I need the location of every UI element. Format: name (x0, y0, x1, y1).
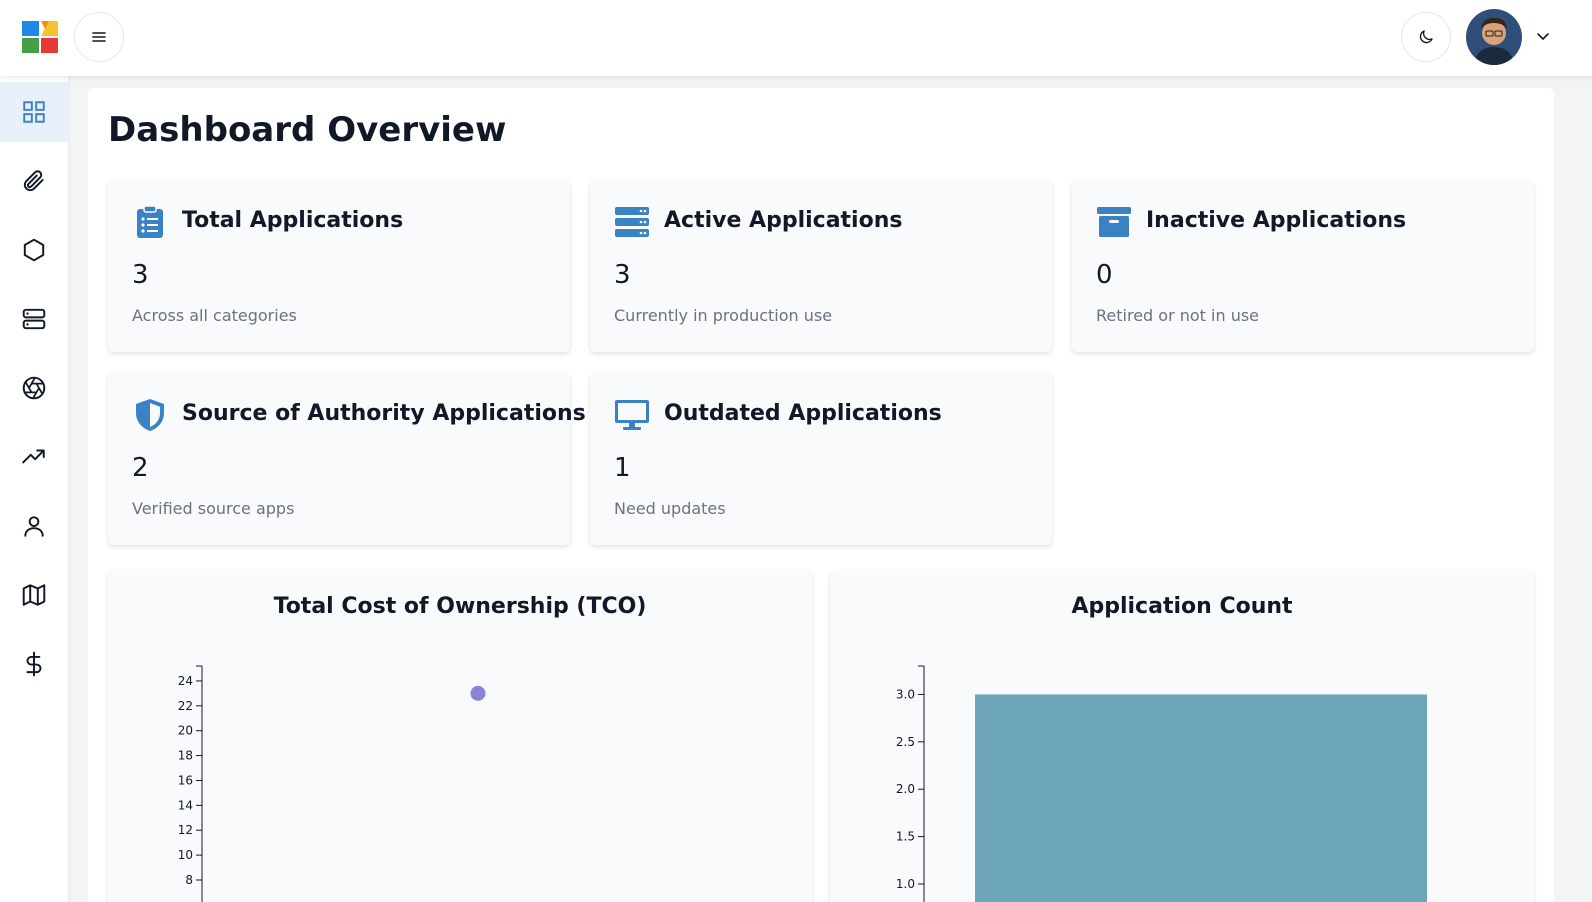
aperture-icon (22, 376, 46, 400)
hamburger-menu-icon (92, 32, 106, 42)
stat-card-subtitle: Currently in production use (614, 306, 833, 325)
stat-card-value: 1 (614, 453, 631, 483)
sidebar (0, 76, 68, 902)
stat-card-outdated-applications: Outdated Applications 1 Need updates (590, 373, 1052, 545)
y-tick-label: 1.5 (896, 830, 915, 844)
stat-card-value: 2 (132, 453, 149, 483)
stat-card-value: 3 (132, 260, 149, 290)
y-tick-label: 10 (178, 848, 193, 862)
stat-card-subtitle: Verified source apps (132, 499, 295, 518)
y-tick-label: 12 (178, 823, 193, 837)
app-logo-icon[interactable] (22, 19, 58, 55)
clipboard-list-icon (132, 204, 168, 240)
sidebar-item-analytics[interactable] (0, 427, 68, 487)
sidebar-item-users[interactable] (0, 496, 68, 556)
stat-card-title: Inactive Applications (1146, 208, 1407, 233)
chart-card-tco: Total Cost of Ownership (TCO) 8 10 12 14 16 1… (108, 570, 812, 902)
y-tick-label: 14 (178, 798, 193, 812)
chart-card-application-count: Application Count 1.0 1.5 2.0 2.5 3.0 (830, 570, 1534, 902)
stat-card-inactive-applications: Inactive Applications 0 Retired or not i… (1072, 180, 1534, 352)
dollar-icon (26, 651, 42, 677)
stat-card-total-applications: Total Applications 3 Across all categori… (108, 180, 570, 352)
stat-card-subtitle: Need updates (614, 499, 726, 518)
chevron-down-icon[interactable] (1535, 28, 1551, 44)
monitor-icon (614, 397, 650, 433)
map-icon (22, 584, 46, 606)
tco-scatter-chart: 8 10 12 14 16 18 20 22 24 (178, 665, 486, 902)
theme-toggle-button[interactable] (1401, 12, 1451, 62)
y-tick-label: 24 (178, 674, 193, 688)
archive-box-icon (1096, 204, 1132, 240)
stat-card-active-applications: Active Applications 3 Currently in produ… (590, 180, 1052, 352)
stat-card-subtitle: Retired or not in use (1096, 306, 1260, 325)
y-tick-label: 20 (178, 724, 193, 738)
hexagon-icon (23, 238, 45, 262)
dashboard-grid-icon (23, 101, 45, 123)
y-tick-label: 8 (185, 873, 193, 887)
y-tick-label: 3.0 (896, 687, 915, 701)
user-avatar[interactable] (1466, 9, 1522, 65)
sidebar-item-costs[interactable] (0, 634, 68, 694)
stat-card-title: Total Applications (182, 208, 404, 233)
stat-card-title: Active Applications (664, 208, 903, 233)
user-icon (24, 516, 44, 537)
stat-card-value: 0 (1096, 260, 1113, 290)
sidebar-item-roadmap[interactable] (0, 565, 68, 625)
stat-card-subtitle: Across all categories (132, 306, 297, 325)
main-content: Dashboard Overview Total Applications 3 … (88, 88, 1554, 902)
sidebar-item-servers[interactable] (0, 289, 68, 349)
stat-card-source-of-authority: Source of Authority Applications 2 Verif… (108, 373, 586, 545)
y-tick-label: 22 (178, 699, 193, 713)
server-icon (22, 308, 46, 330)
shield-icon (132, 397, 168, 433)
sidebar-item-dashboard[interactable] (0, 82, 68, 142)
stat-card-title: Outdated Applications (664, 401, 942, 426)
bar (975, 694, 1427, 902)
page-title: Dashboard Overview (108, 110, 507, 150)
y-tick-label: 1.0 (896, 877, 915, 891)
scatter-point (470, 685, 486, 701)
paperclip-icon (23, 170, 44, 192)
stat-card-value: 3 (614, 260, 631, 290)
server-stack-icon (614, 204, 650, 240)
y-tick-label: 2.5 (896, 735, 915, 749)
menu-toggle-button[interactable] (74, 12, 124, 62)
y-tick-label: 18 (178, 749, 193, 763)
top-bar (0, 0, 1592, 76)
stat-card-title: Source of Authority Applications (182, 401, 586, 426)
sidebar-item-components[interactable] (0, 220, 68, 280)
y-tick-label: 2.0 (896, 782, 915, 796)
sidebar-item-integrations[interactable] (0, 358, 68, 418)
moon-icon (1419, 30, 1433, 44)
trending-up-icon (22, 449, 45, 464)
y-tick-label: 16 (178, 773, 193, 787)
application-count-bar-chart: 1.0 1.5 2.0 2.5 3.0 (896, 665, 1427, 902)
sidebar-item-attachments[interactable] (0, 151, 68, 211)
